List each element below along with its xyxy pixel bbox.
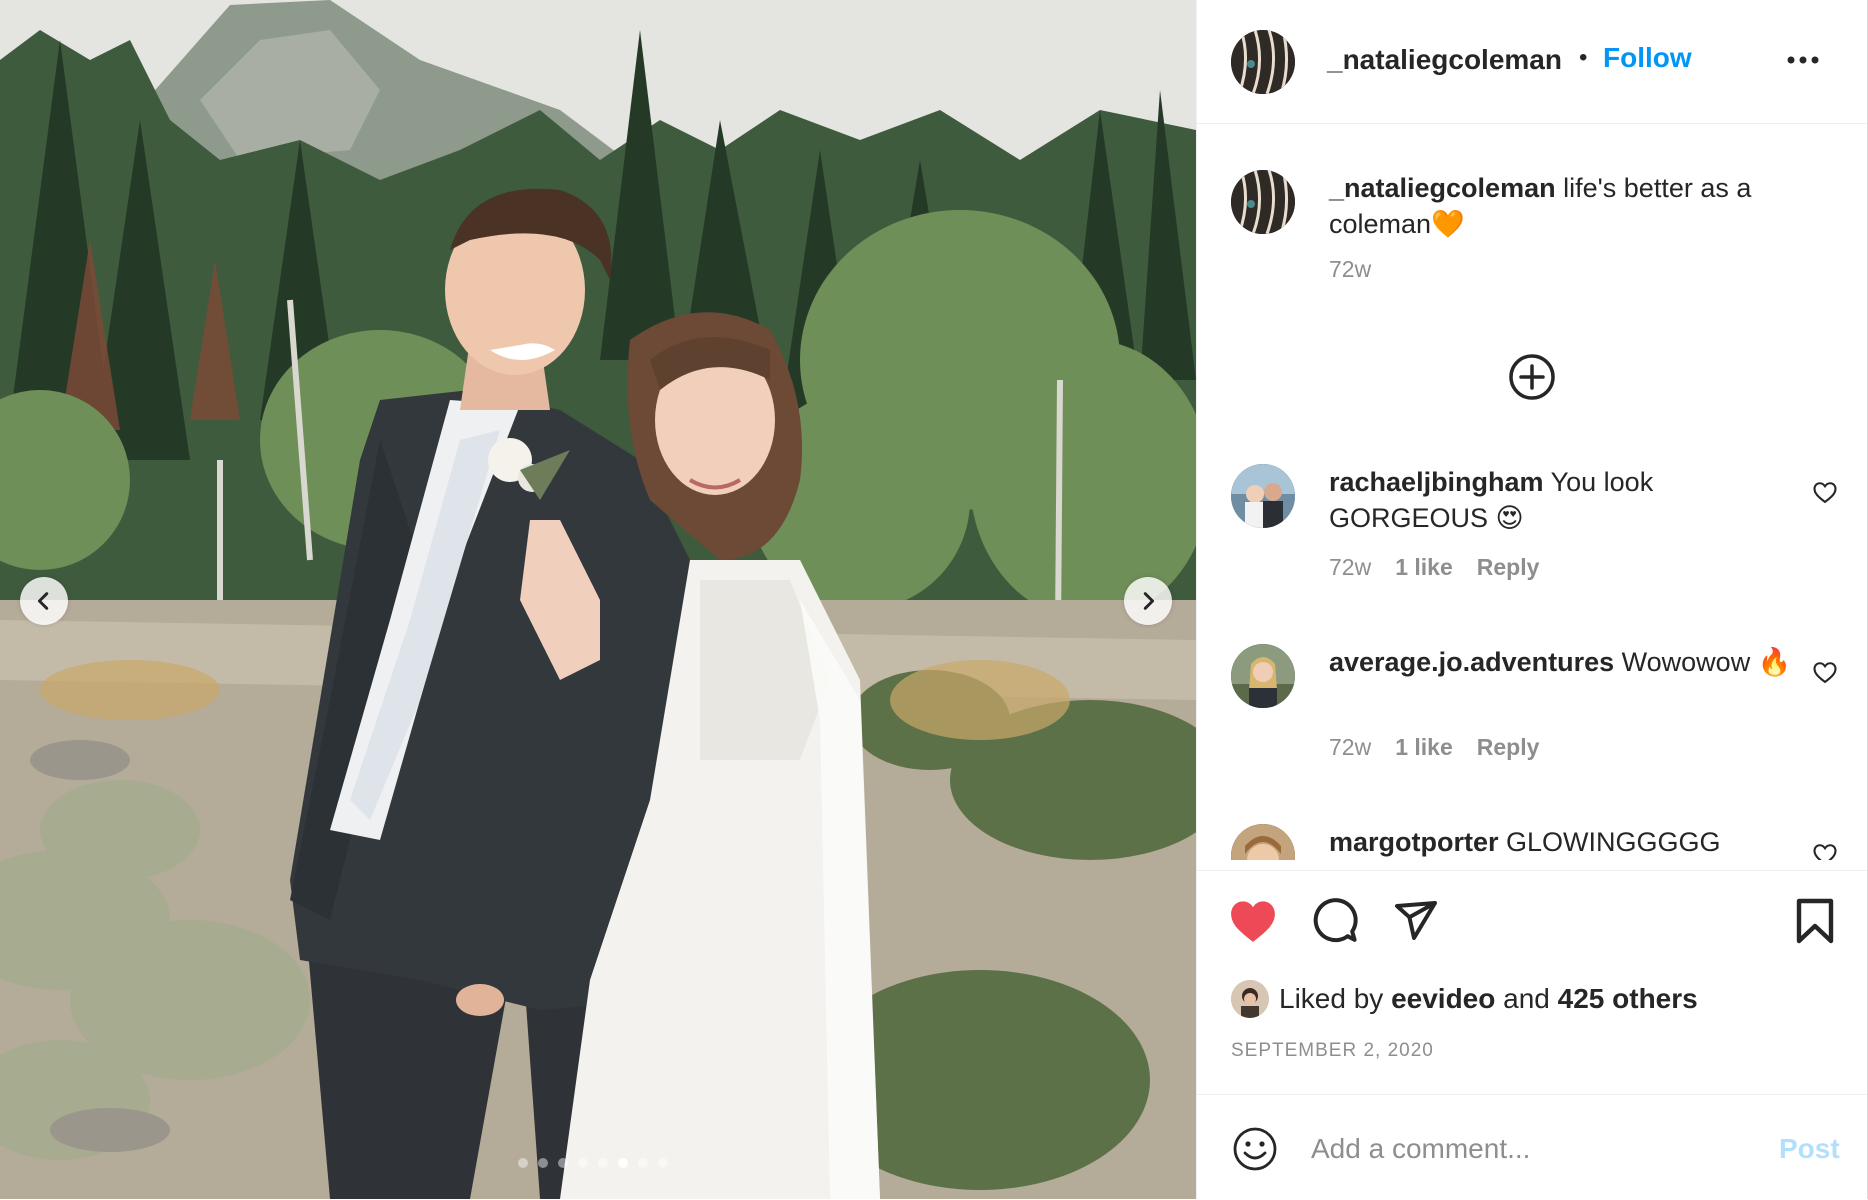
reply-button[interactable]: Reply — [1477, 554, 1540, 581]
likes-summary: Liked by eevideo and 425 others — [1231, 980, 1698, 1018]
liker-avatar[interactable] — [1231, 980, 1269, 1018]
caption-username[interactable]: _nataliegcoleman — [1329, 173, 1556, 203]
caption-meta: 72w — [1329, 256, 1371, 283]
send-icon — [1395, 901, 1437, 940]
comment-body: Wowowow — [1621, 647, 1751, 677]
reply-button[interactable]: Reply — [1477, 734, 1540, 761]
comment-text: margotporter GLOWINGGGGG — [1329, 824, 1799, 860]
slide-dot-active — [618, 1158, 628, 1168]
comment-icon — [1313, 898, 1358, 943]
caption-text: _nataliegcoleman life's better as a cole… — [1329, 170, 1799, 242]
comment-text: rachaeljbingham You look GORGEOUS 😍 — [1329, 464, 1799, 536]
fire-emoji: 🔥 — [1757, 647, 1792, 677]
likes-and: and — [1503, 983, 1550, 1014]
post-header: _nataliegcoleman • Follow — [1197, 0, 1867, 124]
commenter-avatar[interactable] — [1231, 824, 1295, 860]
slide-dot — [518, 1158, 528, 1168]
comment-body: GLOWINGGGGG — [1506, 827, 1721, 857]
header-separator: • — [1579, 44, 1588, 71]
author-avatar[interactable] — [1231, 30, 1295, 94]
likes-count[interactable]: 425 others — [1558, 983, 1698, 1015]
comment-text: average.jo.adventures Wowowow 🔥 — [1329, 644, 1799, 680]
comment-username[interactable]: margotporter — [1329, 827, 1499, 857]
heart-filled-icon — [1231, 901, 1275, 942]
orange-heart-emoji: 🧡 — [1431, 209, 1465, 239]
chevron-left-icon — [37, 592, 49, 610]
comment-age: 72w — [1329, 734, 1372, 760]
slide-dot — [638, 1158, 648, 1168]
instagram-post: _nataliegcoleman • Follow _nataliegcolem… — [0, 0, 1868, 1199]
post-comment-button[interactable]: Post — [1779, 1133, 1840, 1165]
comment-username[interactable]: average.jo.adventures — [1329, 647, 1614, 677]
comment-meta: 72w 1 like Reply — [1329, 734, 1539, 761]
follow-button[interactable]: Follow — [1603, 42, 1692, 74]
chevron-right-icon — [1143, 592, 1155, 610]
slide-dot — [578, 1158, 588, 1168]
author-avatar[interactable] — [1231, 170, 1295, 234]
commenter-avatar[interactable] — [1231, 644, 1295, 708]
post-photo — [0, 0, 1196, 1199]
commenter-avatar[interactable] — [1231, 464, 1295, 528]
heart-eyes-emoji: 😍 — [1495, 503, 1524, 533]
more-options-button[interactable] — [1783, 40, 1823, 80]
slide-indicator — [518, 1158, 668, 1168]
slide-dot — [658, 1158, 668, 1168]
post-date[interactable]: SEPTEMBER 2, 2020 — [1231, 1040, 1434, 1062]
comment-button[interactable] — [1309, 895, 1361, 947]
comment-composer: Post — [1197, 1094, 1867, 1200]
liked-by-label: Liked by — [1279, 983, 1384, 1014]
previous-slide-button[interactable] — [20, 577, 68, 625]
comment-likes-count[interactable]: 1 like — [1395, 554, 1453, 581]
heart-outline-icon[interactable] — [1811, 478, 1839, 506]
comment-input[interactable] — [1309, 1121, 1753, 1177]
comment-username[interactable]: rachaeljbingham — [1329, 467, 1544, 497]
action-bar — [1197, 870, 1867, 971]
comment-meta: 72w 1 like Reply — [1329, 554, 1539, 581]
share-button[interactable] — [1389, 895, 1441, 947]
post-sidebar: _nataliegcoleman • Follow _nataliegcolem… — [1196, 0, 1868, 1199]
load-more-comments-icon[interactable] — [1507, 352, 1557, 402]
heart-outline-icon[interactable] — [1811, 658, 1839, 686]
liker-username[interactable]: eevideo — [1391, 983, 1495, 1015]
slide-dot — [558, 1158, 568, 1168]
smiley-icon[interactable] — [1231, 1125, 1279, 1173]
comment-likes-count[interactable]: 1 like — [1395, 734, 1453, 761]
more-horizontal-icon — [1787, 56, 1819, 64]
comments-section[interactable]: _nataliegcoleman life's better as a cole… — [1197, 124, 1867, 860]
caption-age: 72w — [1329, 256, 1372, 282]
save-button[interactable] — [1789, 895, 1841, 947]
like-button[interactable] — [1227, 895, 1279, 947]
next-slide-button[interactable] — [1124, 577, 1172, 625]
slide-dot — [598, 1158, 608, 1168]
heart-outline-icon[interactable] — [1811, 840, 1839, 860]
comment-age: 72w — [1329, 554, 1372, 580]
bookmark-icon — [1796, 898, 1834, 944]
slide-dot — [538, 1158, 548, 1168]
author-username[interactable]: _nataliegcoleman — [1327, 44, 1562, 76]
post-media[interactable] — [0, 0, 1196, 1199]
